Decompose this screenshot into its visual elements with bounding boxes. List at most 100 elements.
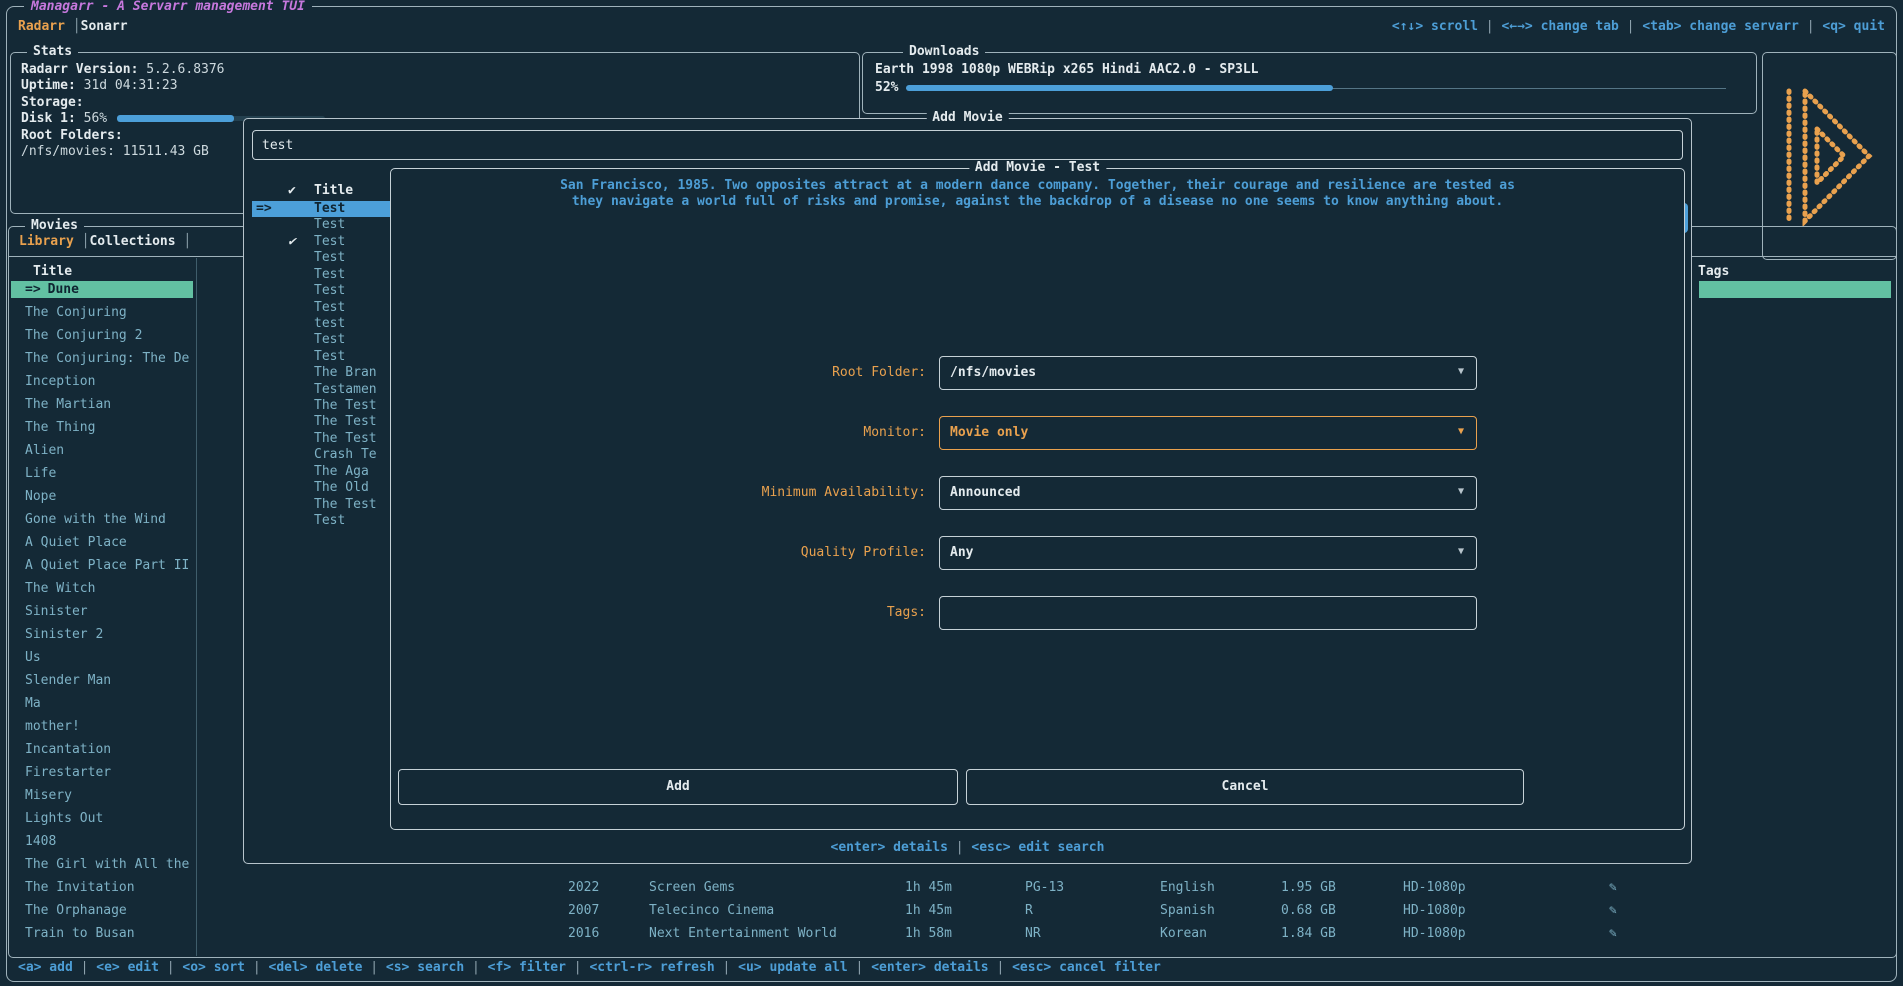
chevron-down-icon: ▼ xyxy=(1458,486,1464,497)
result-title: test xyxy=(314,316,345,332)
help-hint: <u> update all xyxy=(738,960,871,975)
movie-title-cell: The Witch xyxy=(11,580,193,597)
movie-studio: Telecinco Cinema xyxy=(649,902,774,919)
uptime-line: Uptime: 31d 04:31:23 xyxy=(21,78,851,94)
add-button[interactable]: Add xyxy=(398,769,958,805)
movie-title-cell: Sinister xyxy=(11,603,193,620)
movie-search-input[interactable] xyxy=(252,130,1683,160)
movie-title: Sinister 2 xyxy=(25,627,103,642)
column-header-title: Title xyxy=(33,264,72,279)
movies-panel-title: Movies xyxy=(25,218,84,233)
movie-row[interactable]: The Invitation 2022 Screen Gems 1h 45m P… xyxy=(11,878,1894,901)
list-divider xyxy=(196,258,197,956)
movie-tags-cell xyxy=(1699,718,1891,735)
tab-sonarr[interactable]: Sonarr xyxy=(81,19,128,34)
movie-size: 1.95 GB xyxy=(1281,879,1336,896)
movie-title-cell: The Invitation xyxy=(11,879,193,896)
movie-tags-cell xyxy=(1699,304,1891,321)
tab-library[interactable]: Library xyxy=(19,234,89,249)
movie-title: The Conjuring xyxy=(25,305,127,320)
movie-size: 0.68 GB xyxy=(1281,902,1336,919)
movie-title: A Quiet Place xyxy=(25,535,127,550)
movie-tags-cell xyxy=(1699,833,1891,850)
movie-title-cell: Incantation xyxy=(11,741,193,758)
movie-title-cell: The Conjuring: The De xyxy=(11,350,193,367)
result-title: The Test xyxy=(314,398,377,414)
movie-language: Korean xyxy=(1160,925,1207,942)
form-row: Root Folder: /nfs/movies ▼ xyxy=(391,356,1684,390)
movie-title-cell: Train to Busan xyxy=(11,925,193,942)
movie-year: 2007 xyxy=(568,902,599,919)
movie-title: The Girl with All the xyxy=(25,857,189,872)
help-hint: <o> sort xyxy=(182,960,268,975)
field-label: Monitor: xyxy=(863,425,926,440)
movie-tags-cell xyxy=(1699,879,1891,896)
modal-title: Add Movie - Test xyxy=(969,160,1106,175)
modal-form: Root Folder: /nfs/movies ▼ Monitor: Movi… xyxy=(391,356,1684,656)
help-hint: <esc> cancel filter xyxy=(1012,960,1161,975)
field-select[interactable]: Movie only ▼ xyxy=(939,416,1477,450)
downloads-panel: Downloads Earth 1998 1080p WEBRip x265 H… xyxy=(862,52,1757,114)
movie-title: A Quiet Place Part II xyxy=(25,558,189,573)
cancel-button[interactable]: Cancel xyxy=(966,769,1524,805)
movie-title: The Conjuring: The De xyxy=(25,351,189,366)
field-select[interactable] xyxy=(939,596,1477,630)
help-hint: <tab> change servarr xyxy=(1642,19,1822,34)
add-movie-modal: Add Movie - Test San Francisco, 1985. Tw… xyxy=(390,168,1685,830)
movie-runtime: 1h 45m xyxy=(905,902,952,919)
add-movie-popup-title: Add Movie xyxy=(926,110,1008,125)
help-hint: <s> search xyxy=(386,960,488,975)
result-title: Test xyxy=(314,250,345,266)
movie-title: The Martian xyxy=(25,397,111,412)
movie-title: Ma xyxy=(25,696,41,711)
movie-runtime: 1h 58m xyxy=(905,925,952,942)
tab-collections[interactable]: Collections xyxy=(89,234,191,249)
selection-marker-icon: => xyxy=(25,282,41,297)
movie-language: English xyxy=(1160,879,1215,896)
popup-help-bar: <enter> details<esc> edit search xyxy=(244,840,1691,855)
help-hint: <del> delete xyxy=(269,960,386,975)
movie-tags-cell xyxy=(1699,741,1891,758)
edit-icon[interactable]: ✎ xyxy=(1609,925,1617,942)
check-icon: ✔ xyxy=(288,183,296,198)
movie-title: Life xyxy=(25,466,56,481)
movie-rating: PG-13 xyxy=(1025,879,1064,896)
result-title: The Test xyxy=(314,414,377,430)
tab-radarr[interactable]: Radarr xyxy=(18,19,81,34)
field-select[interactable]: /nfs/movies ▼ xyxy=(939,356,1477,390)
movie-title-cell: mother! xyxy=(11,718,193,735)
download-progress-gauge xyxy=(906,84,1726,92)
field-select[interactable]: Announced ▼ xyxy=(939,476,1477,510)
edit-icon[interactable]: ✎ xyxy=(1609,879,1617,896)
movie-tags-cell xyxy=(1699,557,1891,574)
field-value: Movie only xyxy=(950,425,1028,440)
form-row: Minimum Availability: Announced ▼ xyxy=(391,476,1684,510)
movie-title-cell: Life xyxy=(11,465,193,482)
movie-title-cell: => Dune xyxy=(11,281,193,298)
result-title: The Old xyxy=(314,480,369,496)
movie-title: Inception xyxy=(25,374,95,389)
movie-tags-cell xyxy=(1699,327,1891,344)
movie-row[interactable]: Train to Busan 2016 Next Entertainment W… xyxy=(11,924,1894,947)
help-hint: <enter> details xyxy=(831,840,972,855)
edit-icon[interactable]: ✎ xyxy=(1609,902,1617,919)
movie-row[interactable]: The Orphanage 2007 Telecinco Cinema 1h 4… xyxy=(11,901,1894,924)
field-select[interactable]: Any ▼ xyxy=(939,536,1477,570)
form-row: Monitor: Movie only ▼ xyxy=(391,416,1684,450)
movie-title-cell: Sinister 2 xyxy=(11,626,193,643)
movie-description: San Francisco, 1985. Two opposites attra… xyxy=(401,178,1674,211)
movie-title: Incantation xyxy=(25,742,111,757)
movie-title: Dune xyxy=(48,282,79,297)
movie-tags-cell xyxy=(1699,626,1891,643)
servarr-tabs: RadarrSonarr xyxy=(18,19,128,34)
field-value: Announced xyxy=(950,485,1020,500)
movie-quality: HD-1080p xyxy=(1403,902,1466,919)
version-line: Radarr Version: 5.2.6.8376 xyxy=(21,62,851,78)
field-label: Tags: xyxy=(887,605,926,620)
stats-panel-title: Stats xyxy=(27,44,78,59)
movie-title-cell: Ma xyxy=(11,695,193,712)
movie-title-cell: The Girl with All the xyxy=(11,856,193,873)
result-title: Test xyxy=(314,300,345,316)
movie-title-cell: Gone with the Wind xyxy=(11,511,193,528)
help-hint: <esc> edit search xyxy=(971,840,1104,855)
